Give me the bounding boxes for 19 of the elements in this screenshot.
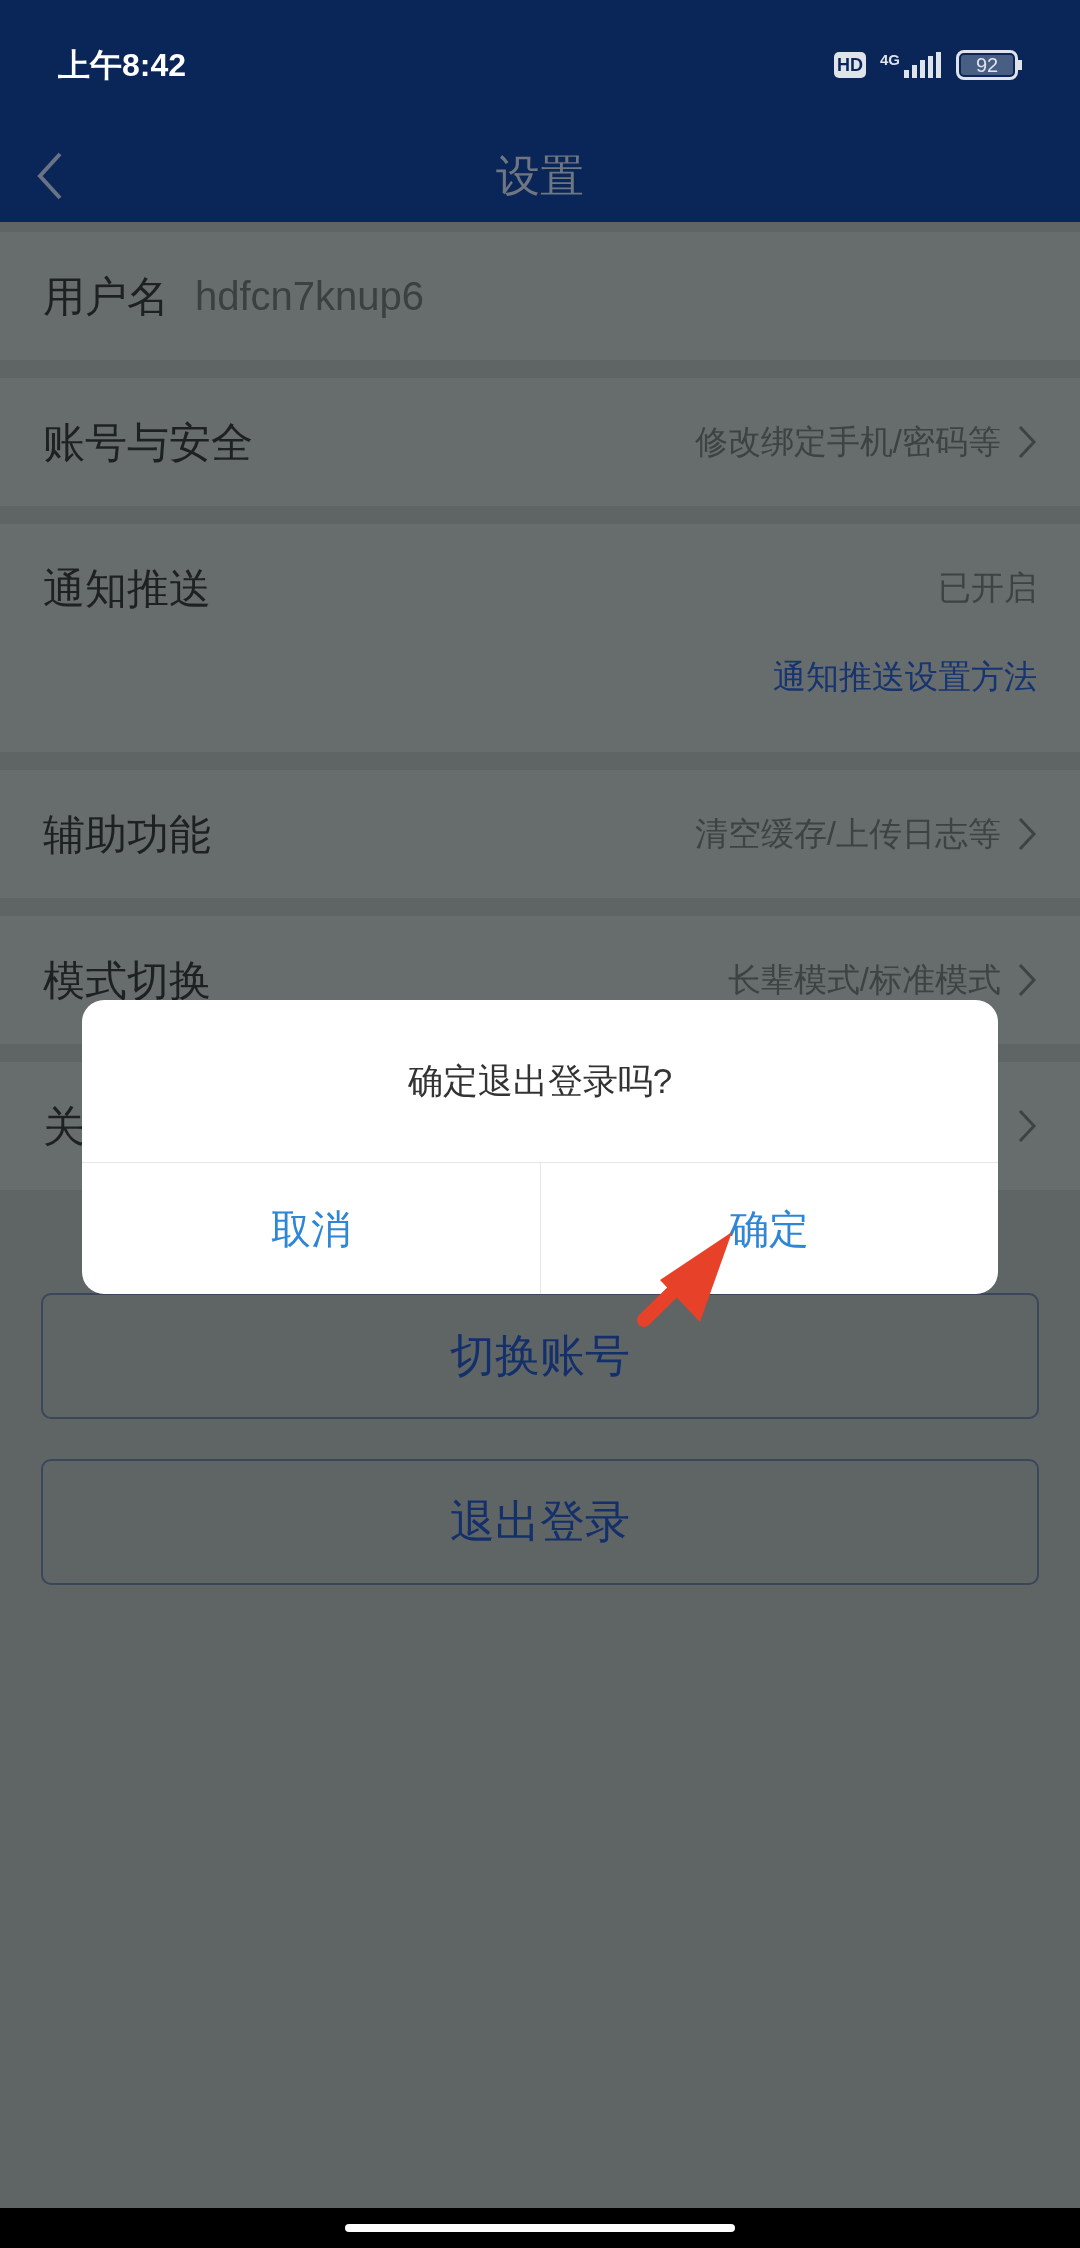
help-link[interactable]: 通知推送设置方法 [773, 652, 1037, 702]
chevron-icon [1017, 962, 1037, 998]
signal-icon [902, 52, 942, 78]
row-label: 账号与安全 [43, 417, 253, 468]
row-label: 用户名 [43, 271, 169, 322]
chevron-icon [1017, 816, 1037, 852]
row-label: 通知推送 [43, 563, 211, 614]
dialog-button[interactable]: 取消 [82, 1163, 540, 1294]
row-label: 模式切换 [43, 955, 211, 1006]
hd-badge: HD [834, 52, 866, 78]
row-label: 辅助功能 [43, 809, 211, 860]
chevron-icon [1017, 1108, 1037, 1144]
action-button[interactable]: 退出登录 [41, 1459, 1039, 1585]
network-label: 4G [880, 52, 900, 67]
page-title: 设置 [496, 150, 584, 202]
row-label: 关 [43, 1101, 85, 1152]
status-time: 上午8:42 [58, 46, 187, 85]
dialog-message: 确定退出登录吗? [407, 1059, 673, 1102]
chevron-icon [1017, 424, 1037, 460]
